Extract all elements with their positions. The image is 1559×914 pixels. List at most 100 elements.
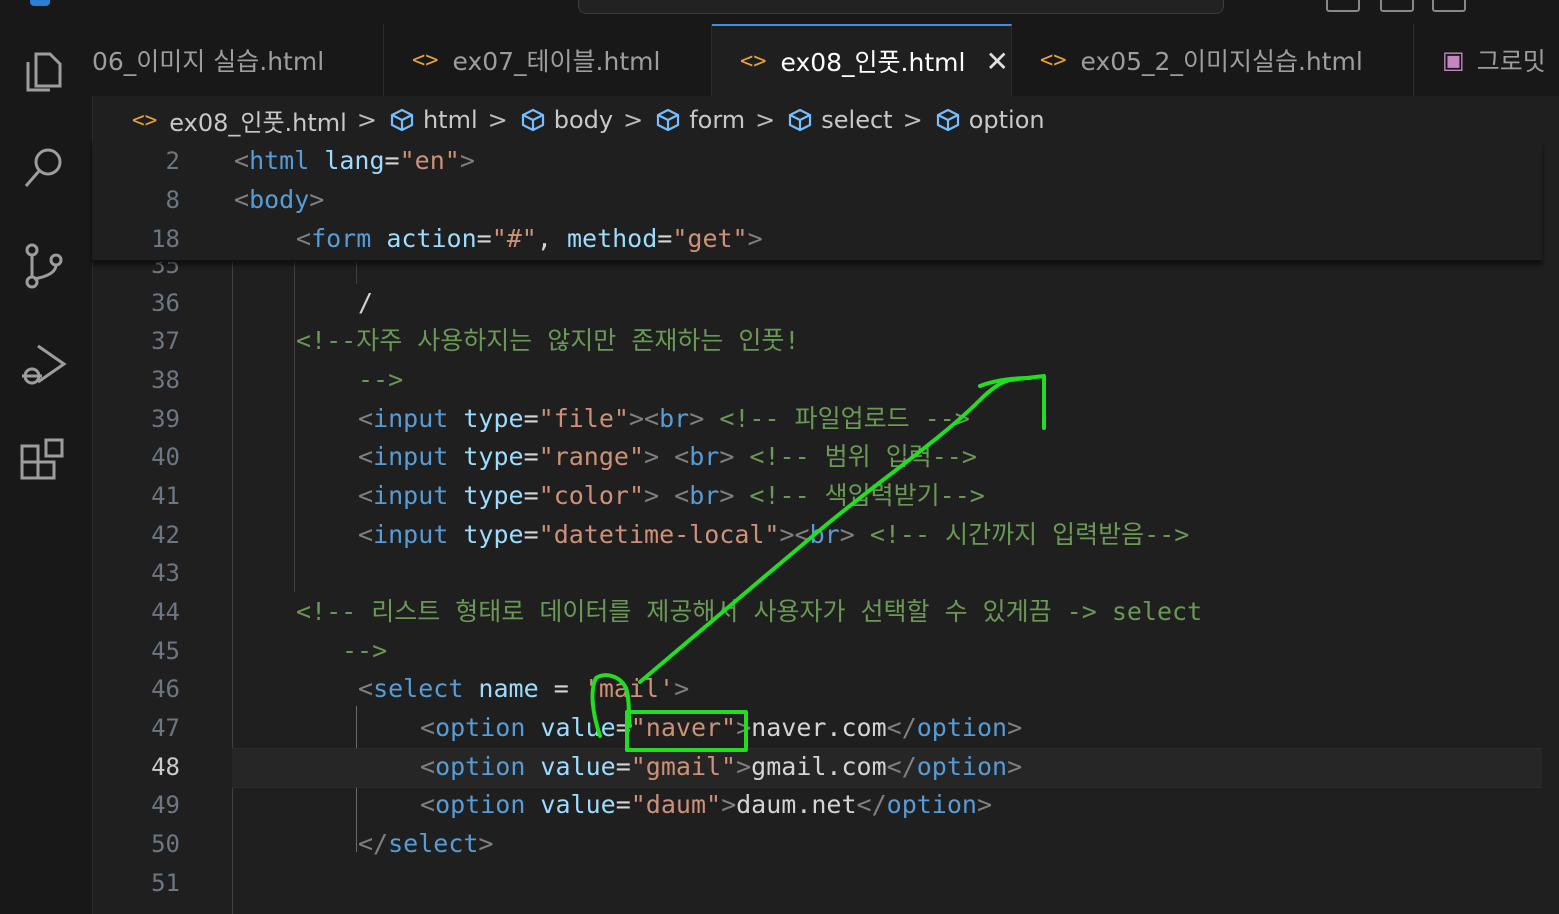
line-number: 49 bbox=[151, 791, 180, 819]
code-line[interactable]: 46 <select name = 'mail'> bbox=[92, 670, 1542, 708]
breadcrumb-label: ex08_인풋.html bbox=[169, 108, 347, 137]
code-text: <form action="#", method="get"> bbox=[296, 224, 763, 253]
line-number: 42 bbox=[151, 521, 180, 549]
line-number: 47 bbox=[151, 714, 180, 742]
sticky-scroll[interactable]: 2 <html lang="en"> 8 <body> 18 <form act… bbox=[92, 142, 1542, 262]
code-text: / bbox=[358, 288, 374, 317]
line-number: 51 bbox=[151, 869, 180, 897]
line-number: 2 bbox=[165, 147, 180, 175]
tab-label: 그로밋 bbox=[1476, 47, 1546, 76]
layout-toggle-icon[interactable] bbox=[1326, 0, 1360, 12]
breadcrumb-separator: > bbox=[356, 106, 377, 134]
code-line[interactable]: 43 bbox=[92, 554, 1542, 592]
html-icon: <> bbox=[132, 108, 158, 132]
breadcrumb-form[interactable]: form bbox=[655, 106, 745, 134]
tab-label: ex07_테이블.html bbox=[452, 47, 661, 76]
code-line[interactable]: 38 --> bbox=[92, 361, 1542, 399]
vscode-logo-icon bbox=[30, 0, 50, 6]
tab-ex05-2[interactable]: <> ex05_2_이미지실습.html bbox=[1012, 24, 1414, 96]
html-icon: <> bbox=[412, 47, 439, 73]
code-text: <body> bbox=[234, 185, 325, 214]
code-line[interactable]: 41 <input type="color"> <br> <!-- 색입력받기-… bbox=[92, 477, 1542, 515]
code-text: --> bbox=[342, 636, 388, 665]
code-text: <input type="datetime-local"><br> <!-- 시… bbox=[358, 520, 1190, 549]
line-number: 50 bbox=[151, 830, 180, 858]
line-number: 39 bbox=[151, 405, 180, 433]
breadcrumb-label: form bbox=[689, 106, 746, 134]
line-number: 46 bbox=[151, 675, 180, 703]
activity-bar bbox=[0, 24, 93, 914]
breadcrumb-label: html bbox=[422, 106, 478, 134]
sidebar-toggle-icon[interactable] bbox=[1432, 0, 1466, 12]
tab-image[interactable]: ▣ 그로밋 bbox=[1414, 24, 1559, 96]
line-number: 37 bbox=[151, 327, 180, 355]
element-cube-icon bbox=[521, 108, 544, 132]
search-icon[interactable] bbox=[18, 142, 70, 194]
explorer-icon[interactable] bbox=[18, 46, 70, 98]
breadcrumb-file[interactable]: <> ex08_인풋.html bbox=[132, 103, 347, 138]
html-icon: <> bbox=[740, 48, 767, 74]
code-line[interactable]: 37 <!--자주 사용하지는 않지만 존재하는 인풋! bbox=[92, 322, 1542, 360]
code-line[interactable]: 45 --> bbox=[92, 632, 1542, 670]
tab-ex08-active[interactable]: <> ex08_인풋.html ✕ bbox=[712, 24, 1012, 96]
element-cube-icon bbox=[390, 108, 414, 132]
code-line[interactable]: 39 <input type="file"><br> <!-- 파일업로드 --… bbox=[92, 400, 1542, 438]
breadcrumb-html[interactable]: html bbox=[389, 106, 478, 134]
code-text: <option value="naver">naver.com</option> bbox=[420, 713, 1023, 742]
breadcrumb: <> ex08_인풋.html > html > body > form > s… bbox=[132, 100, 1045, 140]
code-line[interactable]: 51 bbox=[92, 864, 1542, 902]
code-text: </select> bbox=[358, 829, 494, 858]
sticky-line[interactable]: 2 <html lang="en"> bbox=[92, 142, 1542, 180]
image-icon: ▣ bbox=[1442, 46, 1465, 74]
tab-ex06[interactable]: 06_이미지 실습.html bbox=[92, 24, 384, 96]
breadcrumb-body[interactable]: body bbox=[520, 106, 613, 134]
code-text: <option value="gmail">gmail.com</option> bbox=[420, 752, 1023, 781]
element-cube-icon bbox=[657, 108, 680, 132]
code-line[interactable]: 44 <!-- 리스트 형태로 데이터를 제공해서 사용자가 선택할 수 있게끔… bbox=[92, 593, 1542, 631]
source-control-icon[interactable] bbox=[18, 240, 70, 292]
code-text: <option value="daum">daum.net</option> bbox=[420, 790, 993, 819]
run-debug-icon[interactable] bbox=[18, 338, 70, 390]
command-center[interactable] bbox=[578, 0, 1224, 14]
breadcrumb-label: option bbox=[968, 106, 1045, 134]
title-bar bbox=[0, 0, 1559, 24]
line-number: 44 bbox=[151, 598, 180, 626]
code-text: <html lang="en"> bbox=[234, 146, 475, 175]
tab-label: 06_이미지 실습.html bbox=[92, 47, 325, 76]
code-editor[interactable]: 35 36 / 37 <!--자주 사용하지는 않지만 존재하는 인풋! 38 … bbox=[92, 142, 1559, 914]
line-number: 41 bbox=[151, 482, 180, 510]
code-text: --> bbox=[358, 365, 404, 394]
code-text: <input type="color"> <br> <!-- 색입력받기--> bbox=[358, 481, 985, 510]
line-number: 40 bbox=[151, 443, 180, 471]
close-icon[interactable]: ✕ bbox=[985, 45, 1008, 78]
code-line[interactable]: 42 <input type="datetime-local"><br> <!-… bbox=[92, 516, 1542, 554]
element-cube-icon bbox=[936, 108, 959, 132]
line-number: 48 bbox=[151, 753, 180, 781]
line-number: 8 bbox=[165, 186, 180, 214]
tab-label: ex05_2_이미지실습.html bbox=[1080, 47, 1363, 76]
line-number: 38 bbox=[151, 366, 180, 394]
code-text: <!-- 리스트 형태로 데이터를 제공해서 사용자가 선택할 수 있게끔 ->… bbox=[296, 597, 1203, 626]
editor-tabs: 06_이미지 실습.html <> ex07_테이블.html <> ex08_… bbox=[92, 24, 1559, 96]
editor-scrollbar[interactable] bbox=[1545, 142, 1559, 914]
line-number: 45 bbox=[151, 637, 180, 665]
sticky-line[interactable]: 18 <form action="#", method="get"> bbox=[92, 220, 1542, 258]
code-line[interactable]: 50 </select> bbox=[92, 825, 1542, 863]
line-number: 36 bbox=[151, 289, 180, 317]
extensions-icon[interactable] bbox=[18, 436, 70, 488]
code-line[interactable]: 36 / bbox=[92, 284, 1542, 322]
code-line[interactable]: 47 <option value="naver">naver.com</opti… bbox=[92, 709, 1542, 747]
line-number: 43 bbox=[151, 559, 180, 587]
sticky-line[interactable]: 8 <body> bbox=[92, 181, 1542, 219]
code-line[interactable]: 40 <input type="range"> <br> <!-- 범위 입력-… bbox=[92, 438, 1542, 476]
code-text: <!--자주 사용하지는 않지만 존재하는 인풋! bbox=[296, 326, 800, 355]
code-text: <select name = 'mail'> bbox=[358, 674, 690, 703]
code-line-current[interactable]: 48 <option value="gmail">gmail.com</opti… bbox=[92, 748, 1542, 786]
tab-ex07[interactable]: <> ex07_테이블.html bbox=[384, 24, 712, 96]
breadcrumb-select[interactable]: select bbox=[787, 106, 893, 134]
panel-toggle-icon[interactable] bbox=[1380, 0, 1414, 12]
breadcrumb-separator: > bbox=[487, 106, 508, 134]
breadcrumb-option[interactable]: option bbox=[935, 106, 1045, 134]
breadcrumb-label: select bbox=[821, 106, 893, 134]
code-line[interactable]: 49 <option value="daum">daum.net</option… bbox=[92, 786, 1542, 824]
